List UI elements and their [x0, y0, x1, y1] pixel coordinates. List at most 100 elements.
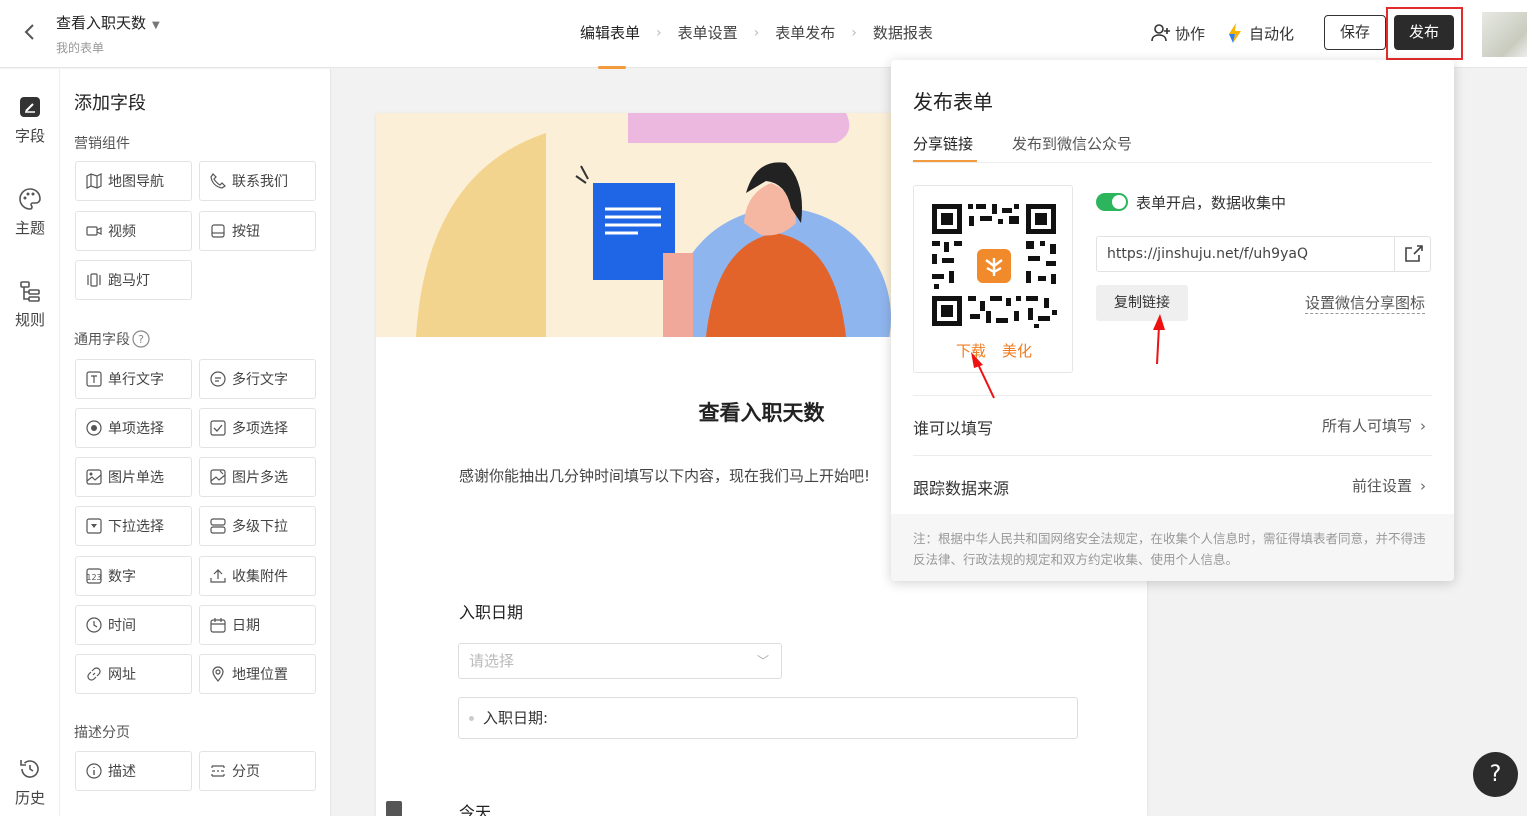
calendar-icon: [210, 618, 226, 633]
qr-beautify-link[interactable]: 美化: [1002, 342, 1032, 360]
automation-button[interactable]: 自动化: [1226, 22, 1294, 44]
avatar[interactable]: [1482, 12, 1527, 57]
field-marquee[interactable]: 跑马灯: [75, 260, 192, 300]
chevron-down-icon: ﹀: [756, 654, 769, 668]
caret-down-icon[interactable]: ▼: [152, 20, 160, 31]
field-date[interactable]: 日期: [199, 605, 316, 645]
rail-item-rules[interactable]: 规则: [0, 279, 60, 330]
form-open-toggle[interactable]: [1096, 193, 1128, 211]
collaborate-label: 协作: [1175, 24, 1206, 43]
field-image-single[interactable]: 图片单选: [75, 457, 192, 497]
field-label: 图片单选: [108, 470, 164, 486]
tab-wechat-publish[interactable]: 发布到微信公众号: [1012, 133, 1132, 154]
rail-item-fields[interactable]: 字段: [0, 95, 60, 146]
rail-item-theme[interactable]: 主题: [0, 187, 60, 238]
field-location[interactable]: 地理位置: [199, 654, 316, 694]
text-input-icon: [86, 371, 102, 387]
field-time[interactable]: 时间: [75, 605, 192, 645]
save-button[interactable]: 保存: [1324, 15, 1386, 50]
svg-text:?: ?: [138, 333, 144, 346]
group-title-common-text: 通用字段: [74, 332, 130, 348]
add-fields-panel: 添加字段 营销组件 地图导航 联系我们 视频 按钮 跑马灯 通用字段 ? 单行文…: [60, 69, 331, 816]
question-label-today: 今天: [459, 803, 492, 816]
field-page-break[interactable]: 分页: [199, 751, 316, 791]
who-can-fill-label: 谁可以填写: [913, 419, 994, 438]
bag-icon[interactable]: [386, 801, 402, 816]
info-icon: [86, 763, 102, 779]
field-button[interactable]: 按钮: [199, 211, 316, 251]
field-label: 图片多选: [232, 470, 288, 486]
rail-label-history: 历史: [14, 789, 45, 807]
open-link-button[interactable]: [1394, 237, 1430, 271]
image-icon: [86, 469, 102, 485]
qr-actions: 下载 美化: [914, 340, 1074, 361]
field-upload[interactable]: 收集附件: [199, 556, 316, 596]
publish-button[interactable]: 发布: [1394, 15, 1454, 50]
who-can-fill-setting[interactable]: 所有人可填写 ›: [1322, 415, 1426, 436]
group-title-common: 通用字段 ?: [74, 329, 150, 349]
help-button[interactable]: ?: [1473, 752, 1518, 797]
chevron-right-icon: ›: [1420, 417, 1426, 435]
rail-item-history[interactable]: 历史: [0, 757, 60, 808]
share-url-field[interactable]: https://jinshuju.net/f/uh9yaQ: [1096, 236, 1431, 272]
video-icon: [86, 226, 102, 236]
cascade-icon: [210, 518, 226, 534]
field-label: 收集附件: [232, 569, 288, 585]
tab-share-link[interactable]: 分享链接: [913, 133, 978, 162]
select-placeholder: 请选择: [469, 652, 515, 670]
field-label: 联系我们: [232, 174, 288, 190]
field-single-line-text[interactable]: 单行文字: [75, 359, 192, 399]
hire-date-select[interactable]: 请选择 ﹀: [458, 643, 782, 679]
chevron-right-icon: ›: [753, 24, 760, 41]
field-label: 地图导航: [108, 174, 164, 190]
section-divider: [913, 395, 1432, 396]
qr-code-image[interactable]: [914, 186, 1074, 336]
copy-link-button[interactable]: 复制链接: [1096, 285, 1188, 321]
step-form-publish[interactable]: 表单发布: [775, 22, 835, 43]
form-folder[interactable]: 我的表单: [56, 39, 104, 56]
who-can-fill-value: 所有人可填写: [1321, 417, 1412, 435]
step-data-report[interactable]: 数据报表: [873, 22, 933, 43]
page-break-icon: [211, 765, 225, 777]
field-label: 多行文字: [232, 372, 288, 388]
field-description[interactable]: 描述: [75, 751, 192, 791]
group-title-marketing: 营销组件: [74, 136, 130, 152]
field-label: 单行文字: [108, 372, 164, 388]
privacy-notice: 注：根据中华人民共和国网络安全法规定，在收集个人信息时，需征得填表者同意，并不得…: [891, 514, 1454, 581]
calc-field[interactable]: 入职日期:: [458, 697, 1078, 739]
radio-icon: [86, 420, 102, 436]
field-label: 数字: [108, 569, 136, 585]
step-edit-form[interactable]: 编辑表单: [580, 22, 640, 69]
help-circle-icon[interactable]: ?: [132, 330, 150, 348]
map-icon: [86, 173, 102, 189]
top-bar: 查看入职天数 ▼ 我的表单 编辑表单 › 表单设置 › 表单发布 › 数据报表 协…: [0, 0, 1527, 69]
field-url[interactable]: 网址: [75, 654, 192, 694]
field-single-choice[interactable]: 单项选择: [75, 408, 192, 448]
field-multi-line-text[interactable]: 多行文字: [199, 359, 316, 399]
track-source-setting[interactable]: 前往设置 ›: [1352, 475, 1426, 496]
images-icon: [210, 469, 226, 485]
phone-icon: [210, 173, 226, 189]
field-number[interactable]: 123 数字: [75, 556, 192, 596]
field-label: 跑马灯: [108, 273, 150, 289]
svg-text:123: 123: [86, 573, 101, 582]
back-arrow-icon[interactable]: [18, 20, 42, 44]
edit-icon: [20, 97, 40, 117]
field-multiple-choice[interactable]: 多项选择: [199, 408, 316, 448]
wechat-share-icon-link[interactable]: 设置微信分享图标: [1305, 293, 1426, 314]
step-form-settings[interactable]: 表单设置: [678, 22, 738, 43]
field-video[interactable]: 视频: [75, 211, 192, 251]
marquee-icon: [87, 273, 101, 287]
field-contact-us[interactable]: 联系我们: [199, 161, 316, 201]
collaborate-button[interactable]: 协作: [1150, 22, 1205, 44]
field-image-multiple[interactable]: 图片多选: [199, 457, 316, 497]
qr-download-link[interactable]: 下载: [956, 342, 986, 360]
field-dropdown[interactable]: 下拉选择: [75, 506, 192, 546]
field-label: 网址: [108, 667, 136, 683]
field-cascade-dropdown[interactable]: 多级下拉: [199, 506, 316, 546]
add-user-icon: [1151, 24, 1170, 42]
field-map-navigation[interactable]: 地图导航: [75, 161, 192, 201]
form-title[interactable]: 查看入职天数 ▼: [56, 12, 160, 33]
field-label: 多项选择: [232, 421, 288, 437]
form-description: 感谢你能抽出几分钟时间填写以下内容，现在我们马上开始吧!: [459, 467, 871, 485]
